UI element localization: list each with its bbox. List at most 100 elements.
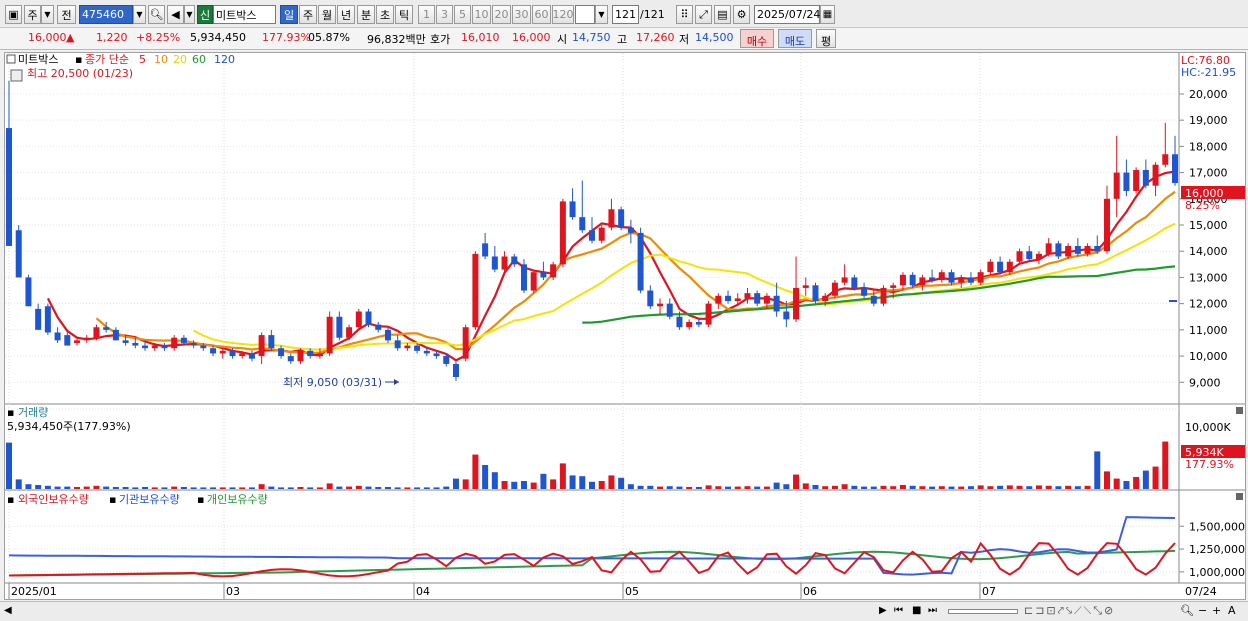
candle-body bbox=[1103, 198, 1110, 252]
font-size-icon[interactable]: A bbox=[1228, 604, 1236, 617]
holding-panel-close-icon[interactable] bbox=[1236, 493, 1243, 500]
volume-panel-close-icon[interactable] bbox=[1236, 407, 1243, 414]
candle-body bbox=[394, 340, 401, 349]
chart-svg[interactable]: 2025/01 03 04 05 06 07 07/24 20,000 19,000 18,000… bbox=[5, 53, 1245, 599]
settings-icon[interactable]: ⚙ bbox=[733, 5, 750, 24]
prev-label: 전 bbox=[61, 8, 72, 22]
candle-body bbox=[1084, 245, 1091, 254]
interval-120-button[interactable]: 120 bbox=[552, 5, 574, 24]
stock-name-field[interactable]: 미트박스 bbox=[213, 5, 276, 24]
window-icon[interactable]: ▣ bbox=[5, 5, 22, 24]
volume-bar bbox=[880, 485, 887, 489]
first-page-icon[interactable]: ⏮ bbox=[894, 605, 903, 616]
calendar-icon[interactable]: ▦ bbox=[820, 5, 835, 24]
volume-bar bbox=[346, 486, 353, 489]
interval-10-button[interactable]: 10 bbox=[472, 5, 491, 24]
code-input[interactable]: 475460 bbox=[79, 5, 133, 24]
scroll-right-icon[interactable]: ▶ bbox=[879, 605, 887, 616]
market-dropdown-icon[interactable]: ▼ bbox=[41, 5, 54, 24]
volume-bar bbox=[899, 485, 906, 489]
panel-menu-dot[interactable]: ▪ bbox=[7, 493, 14, 506]
date-input[interactable]: 2025/07/24 bbox=[754, 5, 820, 24]
candle-body bbox=[229, 350, 236, 357]
period-minute-button[interactable]: 분 bbox=[357, 5, 375, 24]
grid-icon[interactable]: ⠿ bbox=[676, 5, 693, 24]
sell-button[interactable]: 매도 bbox=[778, 29, 812, 48]
zoom-icon[interactable]: 🔍︎ bbox=[1180, 604, 1194, 617]
volume-bar bbox=[248, 487, 255, 489]
drawing-tools-icons[interactable]: ⊏⊐⊡⤤⤥⟋⟍⤡⊘ bbox=[1024, 604, 1115, 618]
speaker-icon[interactable]: ◀︎ bbox=[167, 5, 184, 24]
volume-bar bbox=[365, 486, 372, 489]
eval-button[interactable]: 평 bbox=[816, 29, 836, 48]
interval-5-button[interactable]: 5 bbox=[454, 5, 471, 24]
calc-icon[interactable] bbox=[10, 69, 23, 82]
ma-label: 종가 단순 bbox=[85, 53, 129, 66]
period-month-button[interactable]: 월 bbox=[318, 5, 336, 24]
period-second-button[interactable]: 초 bbox=[376, 5, 394, 24]
code-dropdown-icon[interactable]: ▼ bbox=[133, 5, 146, 24]
eval-label: 평 bbox=[820, 35, 832, 48]
volume-bar bbox=[715, 486, 722, 489]
interval-30-button[interactable]: 30 bbox=[512, 5, 531, 24]
stop-icon[interactable]: ■ bbox=[912, 605, 921, 616]
buy-button[interactable]: 매수 bbox=[740, 29, 774, 48]
volume-bar bbox=[171, 486, 178, 489]
scroll-slider[interactable] bbox=[948, 609, 1018, 614]
period-label: 년 bbox=[340, 8, 352, 22]
candle-body bbox=[268, 335, 275, 349]
candle-body bbox=[239, 353, 246, 357]
zoom-in-icon[interactable]: + bbox=[1212, 604, 1221, 617]
buy-label: 매수 bbox=[746, 35, 768, 48]
zoom-out-icon[interactable]: − bbox=[1198, 604, 1207, 617]
interval-20-button[interactable]: 20 bbox=[492, 5, 511, 24]
chart-area[interactable]: 2025/01 03 04 05 06 07 07/24 20,000 19,000 18,000… bbox=[4, 52, 1246, 600]
panel-menu-dot[interactable]: ▪ bbox=[75, 53, 82, 66]
interval-60-button[interactable]: 60 bbox=[532, 5, 551, 24]
price-tick-label: 10,000 bbox=[1189, 350, 1228, 363]
candle-body bbox=[414, 345, 421, 351]
volume-bar bbox=[627, 484, 634, 489]
candle-body bbox=[608, 209, 615, 228]
x-axis-label: 2025/01 bbox=[11, 585, 57, 598]
scroll-left-icon[interactable]: ◀ bbox=[4, 605, 12, 616]
crosshair-icon[interactable]: ⤢ bbox=[695, 5, 712, 24]
market-select[interactable]: 주 bbox=[24, 5, 41, 24]
candle-body bbox=[1113, 172, 1120, 199]
period-week-button[interactable]: 주 bbox=[299, 5, 317, 24]
candle-body bbox=[132, 342, 139, 346]
save-icon[interactable]: ▤ bbox=[714, 5, 731, 24]
change-arrow: ▲ bbox=[66, 31, 75, 44]
last-page-icon[interactable]: ⏭ bbox=[928, 605, 937, 616]
interval-input[interactable] bbox=[575, 5, 595, 24]
volume-bar bbox=[1152, 466, 1159, 489]
count-input[interactable]: 121 bbox=[612, 5, 639, 24]
period-day-button[interactable]: 일 bbox=[280, 5, 298, 24]
volume-bar bbox=[812, 485, 819, 489]
candle-body bbox=[142, 345, 149, 349]
stock-name: 미트박스 bbox=[216, 8, 257, 22]
volume-bar bbox=[511, 481, 518, 489]
search-icon[interactable]: 🔍︎ bbox=[148, 5, 165, 24]
new-listing-badge: 신 bbox=[197, 5, 213, 24]
panel-menu-dot[interactable]: ▪ bbox=[197, 493, 204, 506]
period-year-button[interactable]: 년 bbox=[337, 5, 355, 24]
x-axis-label: 03 bbox=[226, 585, 240, 598]
candle-body bbox=[938, 272, 945, 281]
volume-bar bbox=[83, 486, 90, 489]
count-total: /121 bbox=[640, 8, 665, 21]
panel-menu-dot[interactable]: ▪ bbox=[7, 406, 14, 419]
volume-ratio: 177.93% bbox=[262, 31, 311, 44]
interval-1-button[interactable]: 1 bbox=[418, 5, 435, 24]
interval-3-button[interactable]: 3 bbox=[436, 5, 453, 24]
period-label: 월 bbox=[321, 8, 333, 22]
period-tick-button[interactable]: 틱 bbox=[395, 5, 413, 24]
interval-dropdown-icon[interactable]: ▼ bbox=[595, 5, 608, 24]
panel-menu-dot[interactable]: ▪ bbox=[109, 493, 116, 506]
candle-body bbox=[1065, 245, 1072, 257]
speaker-dropdown-icon[interactable]: ▼ bbox=[184, 5, 195, 24]
prev-button[interactable]: 전 bbox=[57, 5, 76, 24]
candle-body bbox=[540, 272, 547, 278]
volume-bar bbox=[287, 487, 294, 489]
volume-bar bbox=[987, 486, 994, 489]
